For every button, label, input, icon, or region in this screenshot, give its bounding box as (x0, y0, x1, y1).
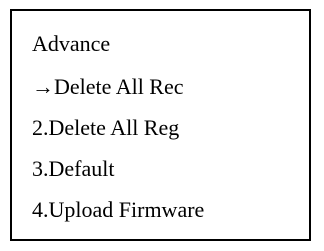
menu-title: Advance (32, 31, 111, 56)
menu-item-default[interactable]: 3.Default (32, 156, 204, 182)
menu-item-delete-all-rec[interactable]: →Delete All Rec (32, 74, 204, 100)
menu-item-upload-firmware[interactable]: 4.Upload Firmware (32, 197, 204, 223)
menu-list: →Delete All Rec 2.Delete All Reg 3.Defau… (32, 74, 204, 223)
menu-item-delete-all-reg[interactable]: 2.Delete All Reg (32, 115, 204, 141)
device-menu-screen: Advance →Delete All Rec 2.Delete All Reg… (10, 9, 311, 241)
